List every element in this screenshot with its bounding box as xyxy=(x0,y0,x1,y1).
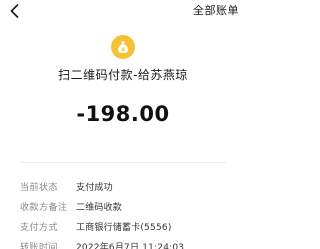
bill-detail-screen: 全部账单 ¥ 扫二维码付款-给苏燕琼 -198.00 当前状态 支付成功 收款方… xyxy=(0,0,246,249)
detail-label: 当前状态 xyxy=(20,182,59,193)
navigation-bar: 全部账单 xyxy=(0,0,246,24)
money-bag-icon: ¥ xyxy=(117,41,129,53)
detail-value: 工商银行储蓄卡(5556) xyxy=(76,222,172,233)
detail-label: 支付方式 xyxy=(20,222,59,233)
divider xyxy=(20,162,226,163)
details-list: 当前状态 支付成功 收款方备注 二维码收款 支付方式 工商银行储蓄卡(5556)… xyxy=(20,176,240,249)
detail-value: 二维码收款 xyxy=(76,202,123,213)
payee-title: 扫二维码付款-给苏燕琼 xyxy=(58,68,188,82)
transaction-amount: -198.00 xyxy=(76,102,170,126)
detail-value: 2022年6月7日 11:24:03 xyxy=(76,242,185,249)
detail-row-status: 当前状态 支付成功 xyxy=(20,176,240,196)
all-bills-link[interactable]: 全部账单 xyxy=(193,2,239,18)
chevron-left-icon xyxy=(10,4,18,18)
detail-label: 转账时间 xyxy=(20,242,59,249)
back-button[interactable] xyxy=(6,3,22,19)
detail-value: 支付成功 xyxy=(76,182,113,193)
detail-row-payment-method: 支付方式 工商银行储蓄卡(5556) xyxy=(20,216,240,236)
svg-text:¥: ¥ xyxy=(121,47,125,53)
merchant-logo: ¥ xyxy=(111,35,135,59)
detail-row-payee-note: 收款方备注 二维码收款 xyxy=(20,196,240,216)
detail-label: 收款方备注 xyxy=(20,202,68,213)
detail-row-transfer-time: 转账时间 2022年6月7日 11:24:03 xyxy=(20,236,240,249)
